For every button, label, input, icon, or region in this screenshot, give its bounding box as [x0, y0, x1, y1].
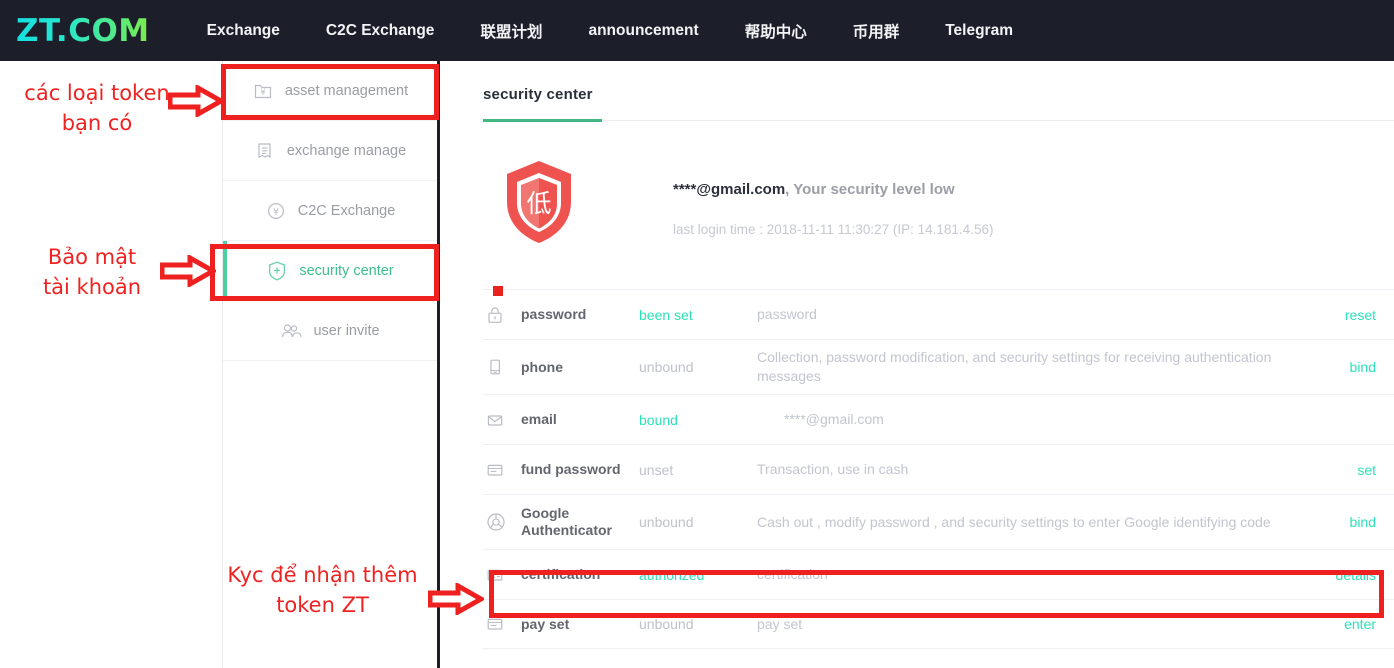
row-label: Google Authenticator	[521, 505, 612, 538]
section-title-wrap: security center	[483, 86, 593, 103]
account-email-masked: ****@gmail.com	[673, 181, 786, 198]
annotation-highlight-asset-management	[221, 64, 439, 120]
annotation-arrow-3	[428, 583, 484, 615]
row-action-reset[interactable]: reset	[1302, 307, 1394, 323]
annotation-highlight-certification	[489, 570, 1384, 618]
row-label: password	[521, 306, 587, 322]
nav-link-announcement[interactable]: announcement	[588, 22, 698, 40]
page-root: ZT.COM Exchange C2C Exchange 联盟计划 announ…	[0, 0, 1394, 668]
last-login-info: last login time : 2018-11-11 11:30:27 (I…	[673, 222, 994, 237]
row-status: unbound	[639, 359, 694, 375]
row-action-bind[interactable]: bind	[1302, 359, 1394, 375]
row-description: Transaction, use in cash	[757, 461, 909, 477]
table-row: phone unbound Collection, password modif…	[483, 339, 1394, 394]
nav-link-c2c-exchange[interactable]: C2C Exchange	[326, 22, 435, 40]
security-level-shield-icon: 低	[503, 158, 575, 246]
people-icon	[280, 320, 302, 342]
row-status: been set	[639, 306, 693, 323]
table-row: email bound ****@gmail.com	[483, 394, 1394, 444]
row-action-enter[interactable]: enter	[1302, 616, 1394, 632]
nav-link-alliance-plan[interactable]: 联盟计划	[480, 20, 542, 42]
sidebar-item-label: user invite	[313, 322, 380, 339]
row-description: Cash out , modify password , and securit…	[757, 513, 1271, 530]
row-status: unbound	[639, 514, 694, 530]
row-label: pay set	[521, 615, 570, 632]
document-lines-icon	[254, 140, 276, 162]
nav-link-coin-group[interactable]: 币用群	[853, 20, 900, 42]
row-action-set[interactable]: set	[1302, 462, 1394, 478]
sidebar-item-user-invite[interactable]: user invite	[223, 301, 437, 361]
row-label: email	[521, 411, 557, 427]
account-summary: 低 ****@gmail.com, Your security level lo…	[483, 156, 1363, 286]
phone-icon	[483, 357, 521, 377]
nav-links: Exchange C2C Exchange 联盟计划 announcement …	[207, 20, 1013, 42]
account-security-level: , Your security level low	[785, 181, 955, 198]
title-underline	[483, 119, 602, 122]
row-description: ****@gmail.com	[784, 411, 884, 427]
sidebar-item-exchange-manage[interactable]: exchange manage	[223, 121, 437, 181]
nav-link-exchange[interactable]: Exchange	[207, 22, 280, 40]
row-action-bind[interactable]: bind	[1302, 514, 1394, 530]
sidebar-item-label: C2C Exchange	[297, 202, 396, 219]
site-logo[interactable]: ZT.COM	[16, 13, 150, 49]
sidebar-item-c2c-exchange[interactable]: ¥ C2C Exchange	[223, 181, 437, 241]
envelope-icon	[483, 410, 521, 430]
row-status: bound	[639, 411, 678, 428]
annotation-red-square-marker	[493, 286, 503, 296]
annotation-arrow-2	[160, 255, 216, 287]
lock-icon	[483, 305, 521, 325]
annotation-highlight-security-center	[210, 244, 439, 301]
row-description: Collection, password modification, and s…	[757, 349, 1272, 384]
title-rule	[602, 120, 1394, 121]
card-icon	[483, 460, 521, 480]
row-label: fund password	[521, 461, 621, 477]
top-navigation-bar: ZT.COM Exchange C2C Exchange 联盟计划 announ…	[0, 0, 1394, 61]
nav-link-help-center[interactable]: 帮助中心	[745, 20, 807, 42]
row-label: phone	[521, 358, 563, 375]
nav-link-telegram[interactable]: Telegram	[945, 22, 1013, 40]
annotation-arrow-1	[168, 85, 224, 117]
account-security-line: ****@gmail.com, Your security level low	[673, 181, 955, 198]
page-title: security center	[483, 86, 593, 103]
sidebar-item-label: exchange manage	[286, 142, 407, 159]
chrome-icon	[483, 511, 521, 533]
annotation-note-asset-management: các loại token bạn có	[24, 81, 170, 135]
circle-yen-icon: ¥	[265, 200, 287, 222]
table-row: fund password unset Transaction, use in …	[483, 444, 1394, 494]
row-description: password	[757, 306, 817, 322]
svg-text:¥: ¥	[273, 207, 279, 218]
table-row: Google Authenticator unbound Cash out , …	[483, 494, 1394, 549]
annotation-note-security-center: Bảo mật tài khoản	[42, 245, 142, 299]
shield-level-char: 低	[526, 189, 551, 218]
row-status: unset	[639, 461, 674, 478]
table-row: password been set password reset	[483, 289, 1394, 339]
annotation-note-kyc: Kyc để nhận thêm token ZT	[227, 563, 418, 617]
row-status: unbound	[639, 616, 694, 632]
